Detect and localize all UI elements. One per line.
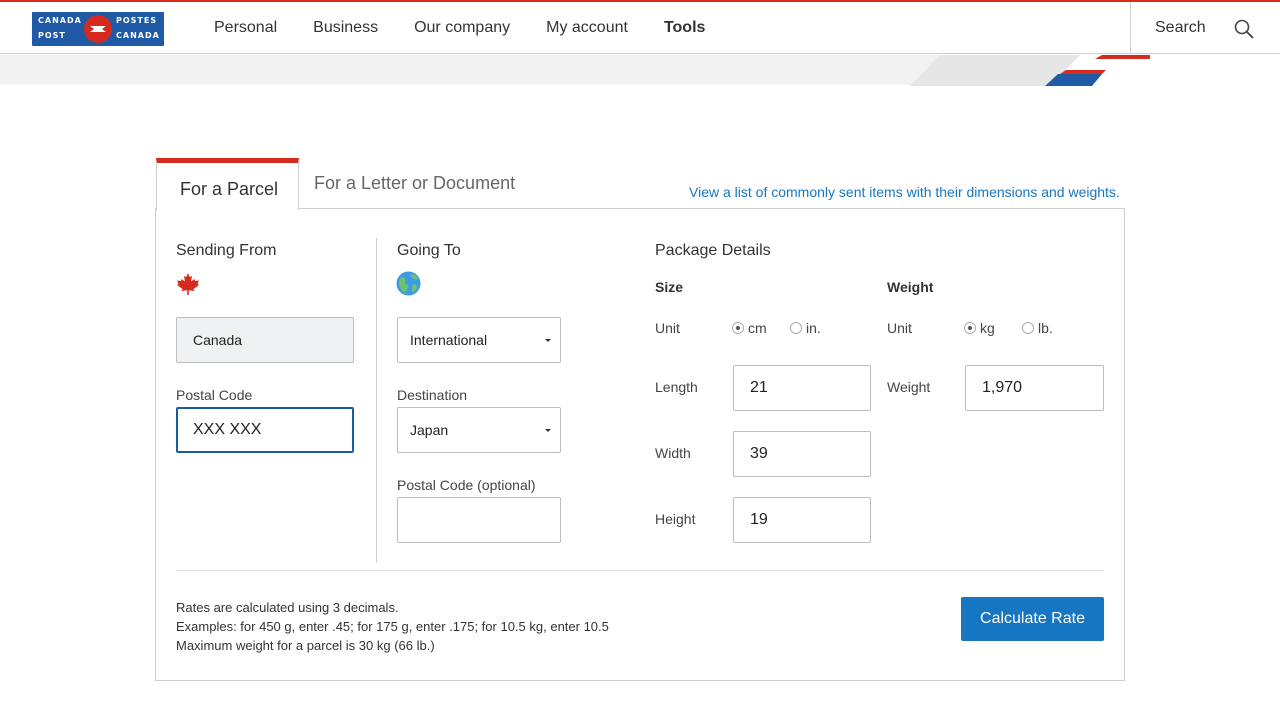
footer-divider (176, 570, 1104, 571)
rate-notes: Rates are calculated using 3 decimals. E… (176, 598, 609, 655)
destination-postal-input[interactable] (397, 497, 561, 543)
rate-note-1: Rates are calculated using 3 decimals. (176, 600, 399, 615)
maple-leaf-icon (177, 273, 199, 295)
main-nav: Personal Business Our company My account… (214, 2, 741, 54)
size-unit-cm-radio[interactable]: cm (732, 320, 767, 336)
common-items-link[interactable]: View a list of commonly sent items with … (689, 184, 1120, 200)
rate-note-3: Maximum weight for a parcel is 30 kg (66… (176, 638, 435, 653)
globe-icon (396, 271, 421, 296)
origin-country-field: Canada (176, 317, 354, 363)
destination-type-value: International (410, 332, 488, 348)
nav-my-account[interactable]: My account (546, 19, 628, 37)
size-unit-in-radio[interactable]: in. (790, 320, 821, 336)
calculate-rate-button[interactable]: Calculate Rate (961, 597, 1104, 641)
size-unit-cm-label: cm (748, 320, 767, 336)
logo-text-1: CANADA (38, 16, 82, 25)
weight-unit-kg-label: kg (980, 320, 995, 336)
chevron-down-icon (545, 339, 551, 342)
weight-unit-kg-radio[interactable]: kg (964, 320, 995, 336)
tab-for-a-parcel[interactable]: For a Parcel (156, 158, 299, 210)
sending-from-heading: Sending From (176, 242, 277, 259)
logo-text-4: CANADA (116, 31, 160, 40)
nav-our-company[interactable]: Our company (414, 19, 510, 37)
nav-business[interactable]: Business (313, 19, 378, 37)
height-label: Height (655, 511, 696, 527)
logo-text-3: POST (38, 31, 66, 40)
chevron-down-icon (545, 429, 551, 432)
nav-personal[interactable]: Personal (214, 19, 277, 37)
column-divider (376, 238, 377, 563)
height-input[interactable]: 19 (733, 497, 871, 543)
destination-postal-label: Postal Code (optional) (397, 477, 536, 493)
tab-for-a-letter[interactable]: For a Letter or Document (314, 173, 515, 194)
weight-heading: Weight (887, 279, 934, 295)
radio-selected-icon (732, 322, 744, 334)
length-input[interactable]: 21 (733, 365, 871, 411)
weight-field-label: Weight (887, 379, 931, 395)
destination-label: Destination (397, 387, 468, 403)
nav-tools[interactable]: Tools (664, 19, 705, 37)
width-input[interactable]: 39 (733, 431, 871, 477)
size-heading: Size (655, 279, 684, 295)
origin-postal-input[interactable]: XXX XXX (176, 407, 354, 453)
weight-unit-lb-radio[interactable]: lb. (1022, 320, 1053, 336)
search-label: Search (1155, 19, 1206, 36)
going-to-heading: Going To (397, 242, 461, 259)
radio-unselected-icon (1022, 322, 1034, 334)
origin-postal-label: Postal Code (176, 387, 253, 403)
canada-post-logo[interactable]: CANADA POSTES POST CANADA (32, 12, 164, 46)
radio-selected-icon (964, 322, 976, 334)
rate-note-2: Examples: for 450 g, enter .45; for 175 … (176, 619, 609, 634)
package-details-heading: Package Details (655, 242, 771, 259)
tab-for-a-parcel-label: For a Parcel (180, 179, 279, 199)
width-label: Width (655, 445, 691, 461)
weight-input[interactable]: 1,970 (965, 365, 1104, 411)
size-unit-label: Unit (655, 320, 680, 336)
weight-unit-lb-label: lb. (1038, 320, 1053, 336)
destination-country-value: Japan (410, 422, 449, 438)
logo-text-2: POSTES (116, 16, 158, 25)
search-icon (1234, 19, 1254, 39)
search-button[interactable]: Search (1130, 2, 1280, 54)
logo-emblem-icon (84, 15, 112, 43)
destination-country-select[interactable]: Japan (397, 407, 561, 453)
destination-type-select[interactable]: International (397, 317, 561, 363)
length-label: Length (655, 379, 698, 395)
site-header: CANADA POSTES POST CANADA Personal Busin… (0, 2, 1280, 54)
radio-unselected-icon (790, 322, 802, 334)
size-unit-in-label: in. (806, 320, 821, 336)
brand-swoosh (910, 55, 1280, 86)
weight-unit-label: Unit (887, 320, 912, 336)
